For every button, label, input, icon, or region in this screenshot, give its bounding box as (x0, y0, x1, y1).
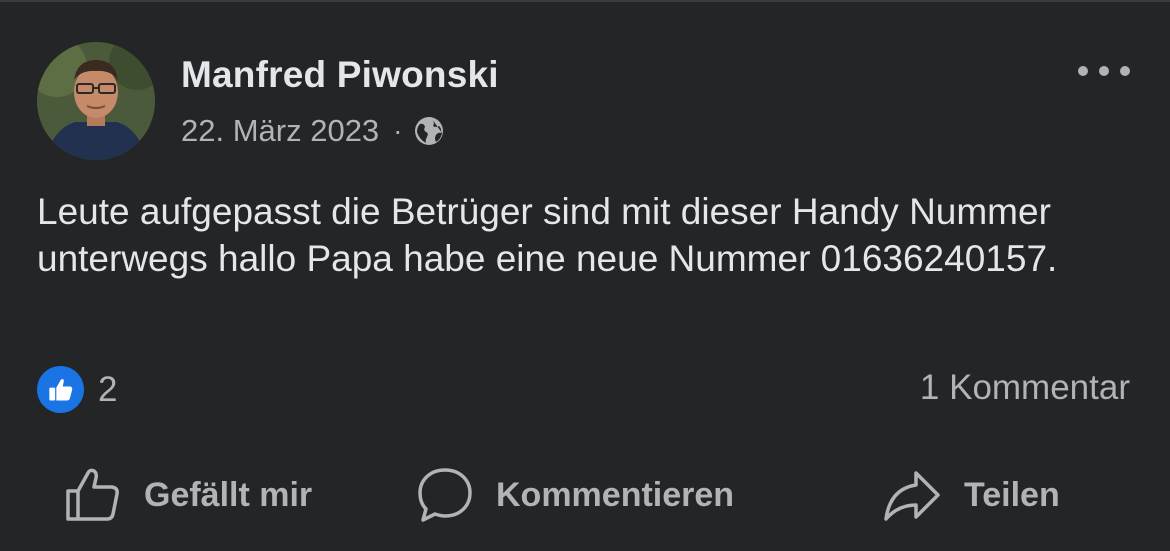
share-button[interactable]: Teilen (882, 460, 1060, 530)
post-date[interactable]: 22. März 2023 (181, 113, 379, 149)
more-dot (1120, 66, 1130, 76)
avatar[interactable] (37, 42, 155, 160)
thumbs-up-icon (37, 366, 84, 413)
more-options-icon[interactable] (1078, 58, 1130, 84)
post-meta: 22. März 2023 · (181, 113, 445, 149)
post-card: Manfred Piwonski 22. März 2023 · Leute a… (0, 0, 1170, 551)
avatar-photo (37, 42, 155, 160)
comment-bubble-icon (418, 468, 472, 522)
thumbs-up-outline-icon (66, 468, 119, 521)
more-dot (1078, 66, 1088, 76)
comment-button-label: Kommentieren (496, 475, 735, 514)
share-button-label: Teilen (964, 475, 1060, 514)
author-name[interactable]: Manfred Piwonski (181, 54, 499, 96)
reaction-count: 2 (98, 369, 118, 409)
action-bar: Gefällt mir Kommentieren Teilen (0, 460, 1170, 530)
share-arrow-icon (884, 471, 940, 521)
more-dot (1099, 66, 1109, 76)
comment-button[interactable]: Kommentieren (416, 460, 734, 530)
comment-count-link[interactable]: 1 Kommentar (920, 368, 1130, 408)
meta-separator: · (393, 115, 403, 146)
globe-icon[interactable] (413, 115, 445, 147)
post-text: Leute aufgepasst die Betrüger sind mit d… (37, 191, 1058, 279)
like-button-label: Gefällt mir (144, 475, 313, 514)
reactions-summary[interactable]: 2 (37, 366, 117, 413)
like-button[interactable]: Gefällt mir (62, 460, 312, 530)
